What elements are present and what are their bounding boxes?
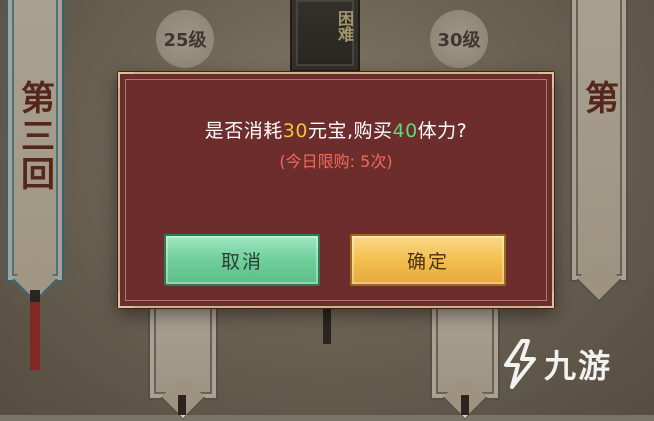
corner-ornament-icon (538, 72, 554, 88)
question-mid: 元宝,购买 (307, 120, 393, 142)
corner-ornament-icon (118, 72, 134, 88)
cancel-button[interactable]: 取消 (164, 234, 320, 286)
stamina-amount: 40 (392, 120, 418, 142)
question-suffix: 体力? (417, 120, 468, 142)
jiuyou-logo-icon (503, 339, 536, 389)
corner-ornament-icon (118, 292, 134, 308)
watermark-text: 九游 (543, 347, 612, 385)
purchase-limit-text: (今日限购: 5次) (279, 152, 393, 171)
purchase-question: 是否消耗30元宝,购买40体力? (120, 116, 552, 143)
question-prefix: 是否消耗 (204, 120, 283, 142)
watermark: 九游 (500, 339, 612, 389)
yuanbao-amount: 30 (282, 120, 308, 142)
corner-ornament-icon (538, 292, 554, 308)
purchase-stamina-dialog: 是否消耗30元宝,购买40体力? (今日限购: 5次) 取消 确定 (118, 72, 554, 308)
confirm-button[interactable]: 确定 (350, 234, 506, 286)
